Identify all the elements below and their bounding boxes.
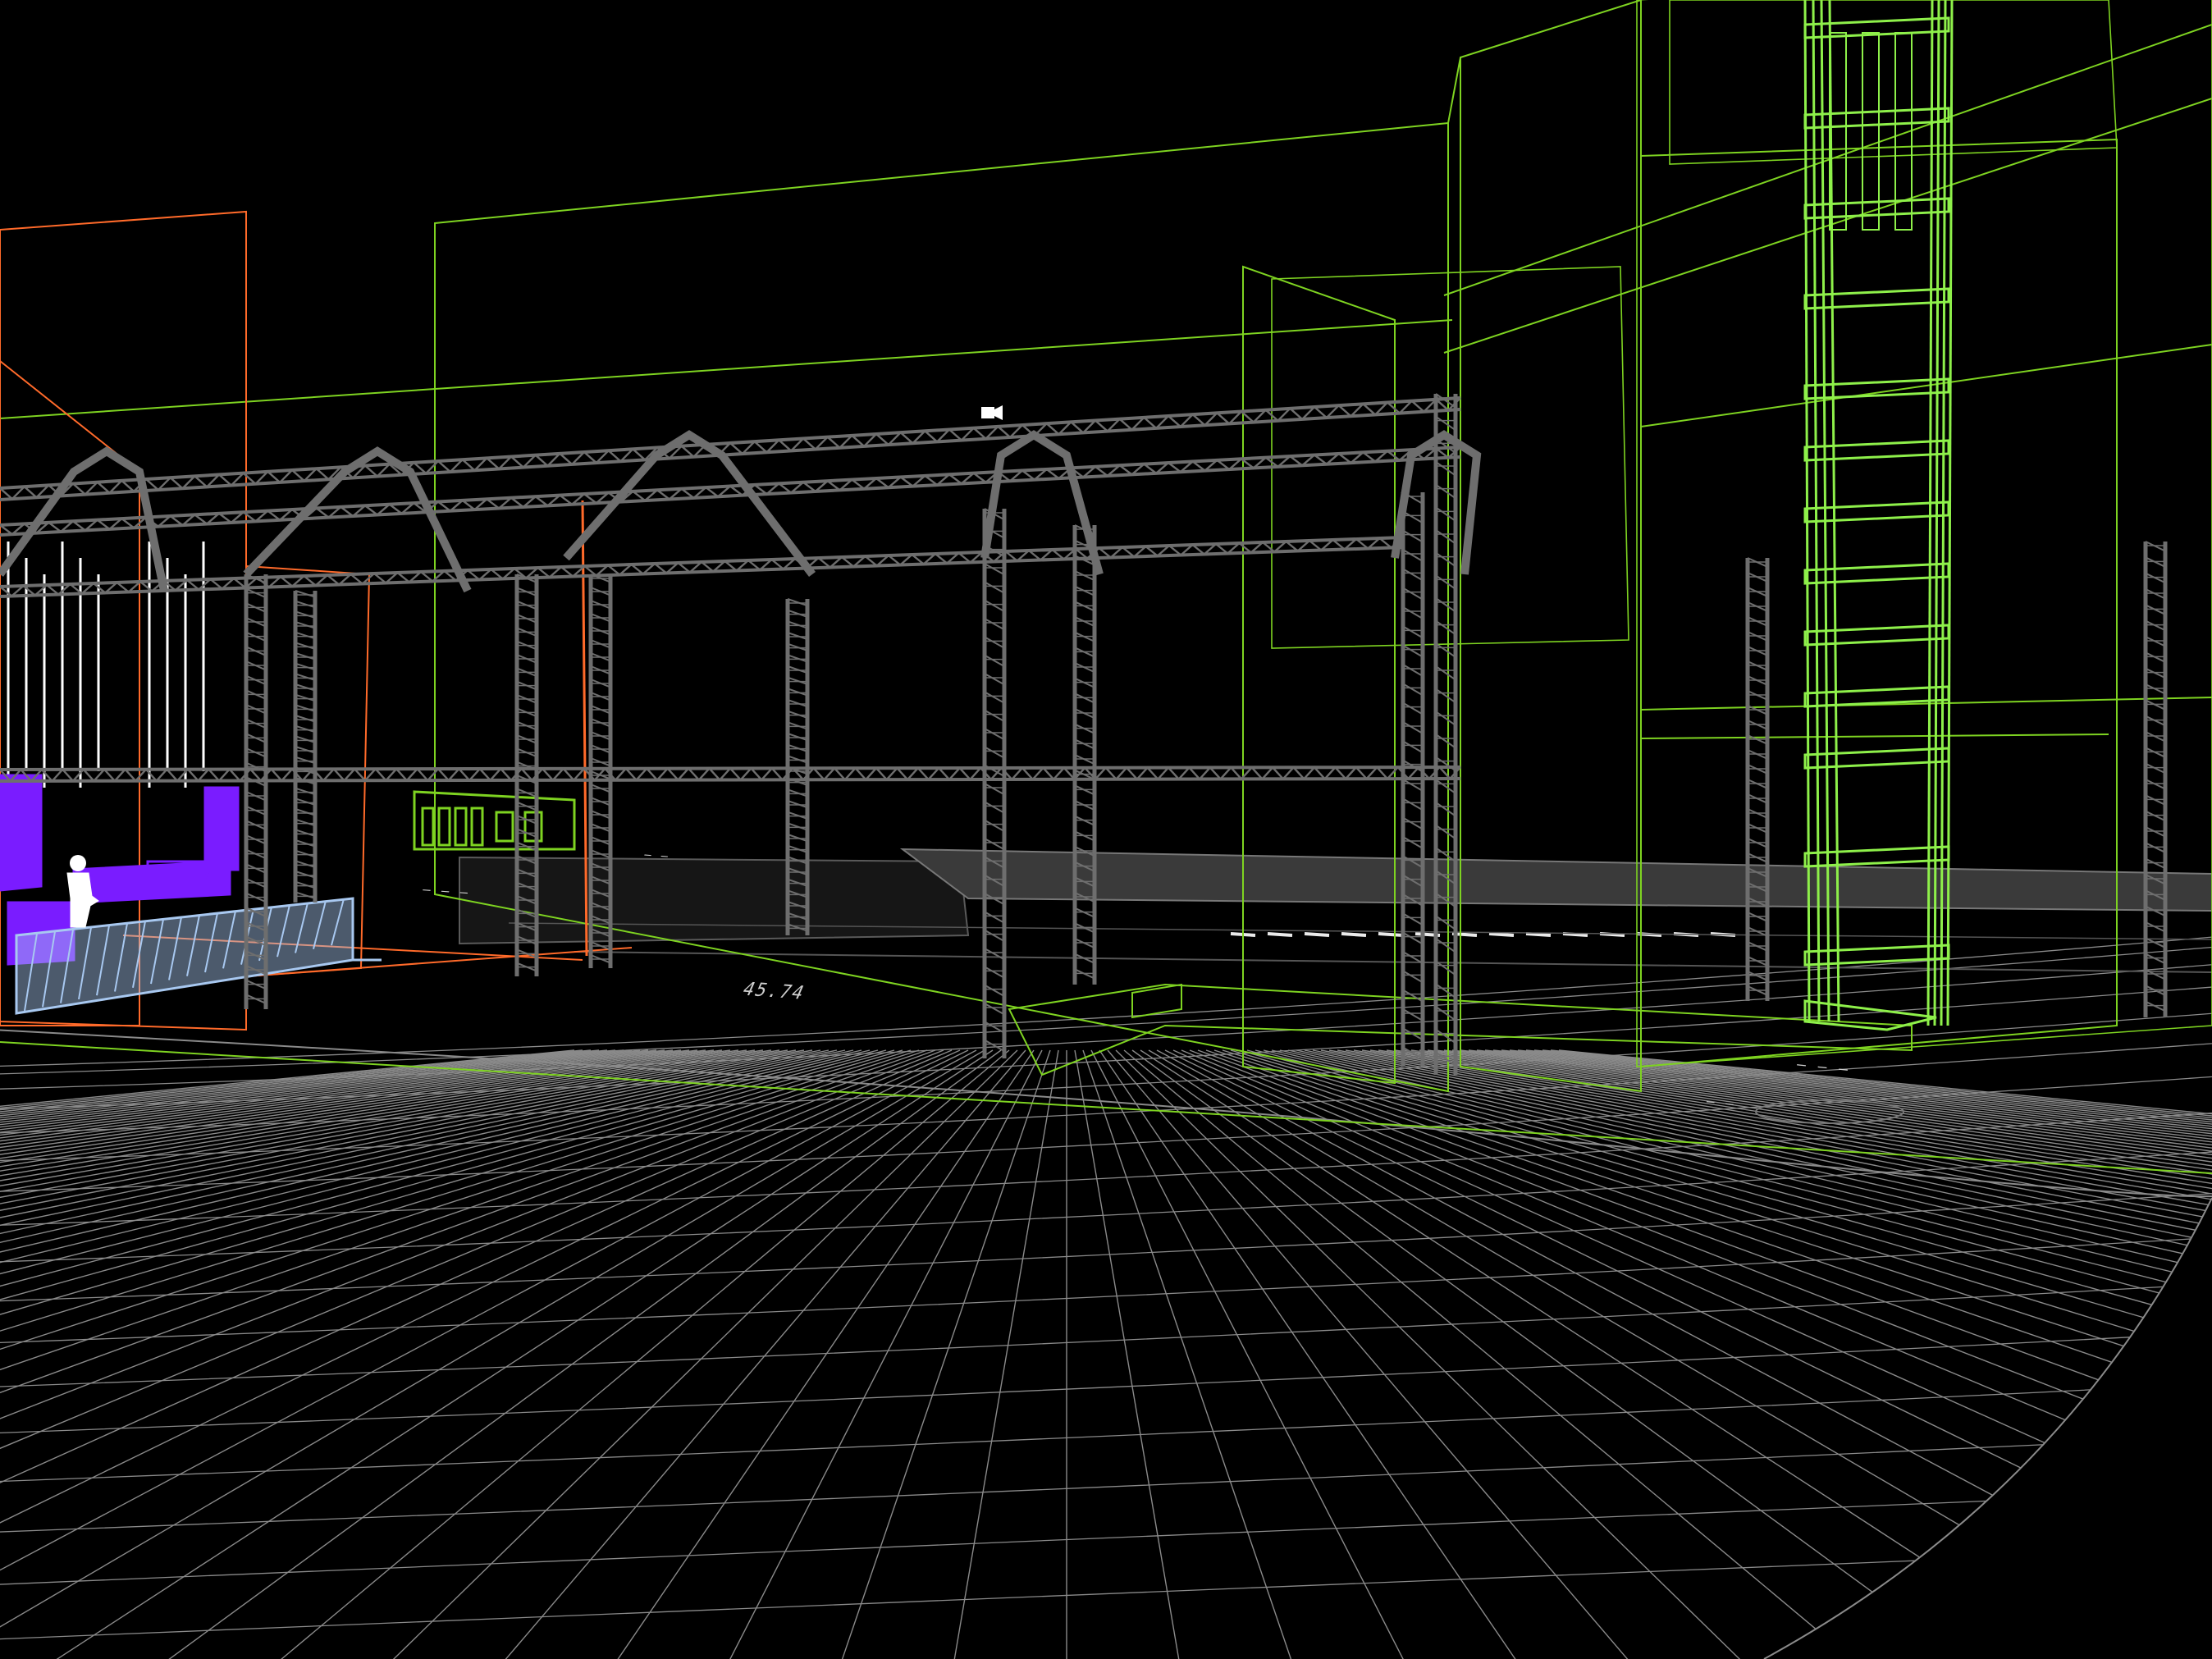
floor-marking [1304,932,1330,937]
floor-marking [1525,932,1552,937]
tower-window [1862,32,1880,231]
building-window [437,807,451,847]
floor-marking-label: — — — [419,880,473,901]
grid-line [0,1049,969,1524]
tower-floor [1803,197,1950,220]
grid-line [392,1049,1018,1659]
grid-line [0,1049,846,1235]
floor-zone [899,848,2212,912]
floor-marking [1341,932,1367,937]
grid-line [0,1049,649,1126]
grid-line [841,1049,1051,1659]
camera-icon [981,405,1003,420]
building-edge [1447,57,1461,124]
truss-column [982,508,1007,1058]
building-edge [0,319,1453,419]
overlay-icons [981,405,1003,420]
building-base [1131,983,1182,1019]
scene-canvas[interactable] [0,0,2212,1659]
grid-line [0,1049,887,1287]
tower-floor [1803,287,1950,310]
tower-floor [1803,377,1950,400]
building-outline [1640,138,2118,1068]
floor-marking [1267,932,1293,937]
floor-marking-label: — — [1706,1093,1736,1112]
building-edge [1640,344,2212,427]
grid-line [0,1049,715,1149]
building-wireframes [0,0,2212,1174]
truss-column [293,590,318,903]
tower-floor [1803,16,1950,39]
grid-line [1123,1049,1853,1659]
building-window [454,807,468,847]
floor-grid [0,936,2212,1659]
grid-line [0,1049,961,1483]
grid-line [1115,1049,1741,1659]
grid-line [0,1049,575,1108]
tower-floor [1803,500,1950,523]
building-edge [1640,734,2109,739]
stage-furniture [203,786,240,871]
floor-marking [1488,932,1515,937]
building-edge [1443,98,2212,354]
grid-line [0,1049,977,1571]
grid-line [729,1049,1043,1659]
building-window [523,811,543,843]
grid-line [1082,1049,1292,1659]
floor-dimension-label: 45.74 [738,979,809,1004]
grid-line [0,1049,838,1227]
truss-beam-lower [0,766,1461,783]
building-window [421,807,435,847]
tower-floor [1803,439,1950,462]
grid-line [0,1283,2212,1387]
floor-marking [1378,932,1404,937]
grid-line [0,1436,2212,1533]
grid-line [0,1049,739,1159]
building-outline [1460,0,1642,1093]
grid-line [0,1049,731,1155]
grid-line [0,1049,985,1628]
truss-column [1072,524,1097,985]
grid-line [281,1049,1010,1659]
truss-column [2143,541,2168,1017]
grid-line [1090,1049,1404,1659]
grid-line [0,1049,830,1218]
grid-line [1107,1049,1629,1659]
tower-floor [1803,944,1950,967]
truss-beam-mid [0,536,1404,598]
building-edge [1640,697,2212,711]
plaza-edge-mask [1764,1198,2212,1659]
truss-beam-top [0,396,1461,501]
stage-furniture [0,774,43,892]
grid-line [0,1049,879,1275]
grid-line [505,1049,1026,1659]
building-edge [1443,24,2212,296]
building-window [495,811,514,843]
building-window [470,807,484,847]
truss-column [1433,393,1458,1075]
grid-line [953,1049,1059,1659]
grid-line [0,964,2212,1090]
tower-base [1803,999,1937,1031]
grid-line [0,1491,2212,1585]
grid-line [0,1049,871,1264]
grid-line [0,1332,2212,1434]
3d-viewport[interactable]: 45.74 — — — — — — — — — — [0,0,2212,1659]
truss-structure [0,393,2168,1075]
grid-line [1074,1049,1180,1659]
